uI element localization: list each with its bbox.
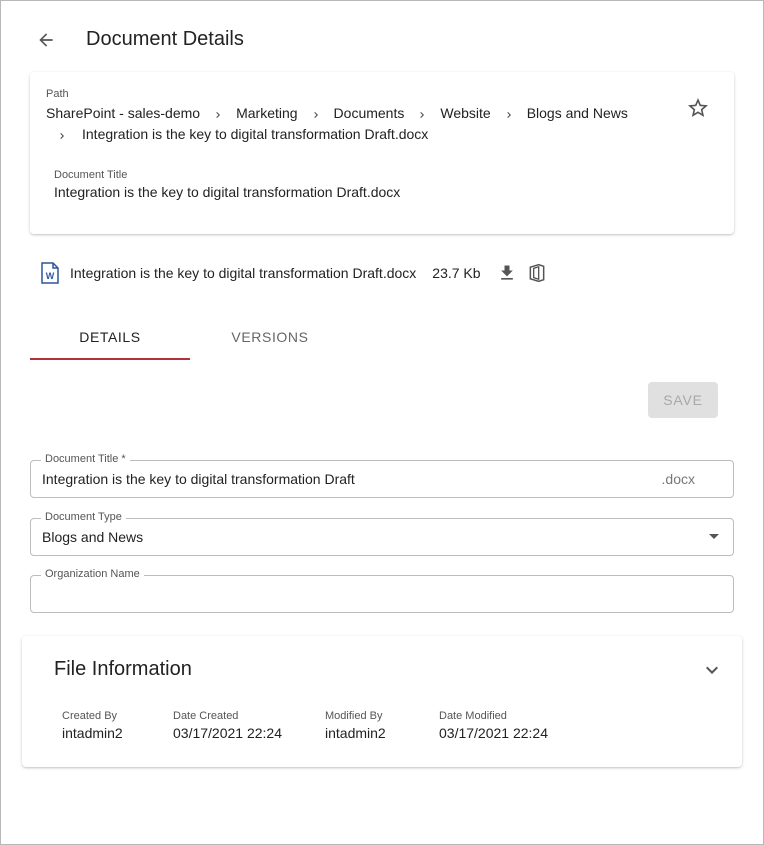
breadcrumb-item-documents[interactable]: Documents — [334, 103, 405, 124]
document-title-field[interactable]: Document Title * Integration is the key … — [30, 453, 734, 498]
breadcrumb-last-row: Integration is the key to digital transf… — [56, 124, 428, 146]
created-by-value: intadmin2 — [62, 725, 123, 741]
chevron-right-icon — [298, 104, 334, 125]
chevron-right-icon — [56, 125, 82, 146]
page-header: Document Details — [0, 0, 764, 80]
arrow-back-icon — [39, 33, 53, 47]
word-document-icon: W — [41, 262, 59, 284]
breadcrumb-item-current-file: Integration is the key to digital transf… — [82, 126, 429, 142]
date-created-value: 03/17/2021 22:24 — [173, 725, 282, 741]
office-icon — [529, 263, 544, 283]
file-size: 23.7 Kb — [432, 265, 481, 281]
tab-bar: DETAILS VERSIONS — [30, 314, 350, 360]
breadcrumb-item-blogs-and-news[interactable]: Blogs and News — [527, 103, 628, 124]
dropdown-arrow-icon[interactable] — [709, 534, 719, 539]
document-title-field-label: Document Title * — [41, 453, 130, 465]
created-by-label: Created By — [62, 710, 118, 722]
tab-details[interactable]: DETAILS — [30, 314, 190, 360]
breadcrumb-item-site[interactable]: SharePoint - sales-demo — [46, 103, 200, 124]
file-row: W Integration is the key to digital tran… — [40, 262, 555, 284]
tab-versions[interactable]: VERSIONS — [190, 314, 350, 360]
date-created-column: Date Created 03/17/2021 22:24 — [173, 710, 282, 743]
date-modified-column: Date Modified 03/17/2021 22:24 — [439, 710, 548, 743]
document-title-input-value[interactable]: Integration is the key to digital transf… — [42, 471, 355, 487]
breadcrumb: SharePoint - sales-demo Marketing Document… — [46, 103, 666, 125]
download-icon — [500, 265, 513, 280]
path-label: Path — [46, 88, 69, 100]
download-button[interactable] — [495, 261, 519, 285]
chevron-down-icon — [706, 666, 718, 674]
favorite-button[interactable] — [686, 96, 710, 120]
breadcrumb-item-marketing[interactable]: Marketing — [236, 103, 297, 124]
created-by-column: Created By intadmin2 — [62, 710, 123, 743]
modified-by-value: intadmin2 — [325, 725, 386, 741]
page-title: Document Details — [86, 28, 244, 50]
organization-name-field[interactable]: Organization Name — [30, 568, 734, 613]
document-type-value[interactable]: Blogs and News — [42, 529, 143, 545]
file-extension-suffix: .docx — [661, 471, 695, 487]
modified-by-label: Modified By — [325, 710, 383, 722]
file-information-title: File Information — [54, 658, 192, 680]
star-outline-icon — [688, 98, 708, 117]
chevron-right-icon — [404, 104, 440, 125]
file-name[interactable]: Integration is the key to digital transf… — [70, 265, 416, 281]
document-type-label: Document Type — [41, 511, 126, 523]
save-button[interactable]: SAVE — [648, 382, 718, 418]
file-information-panel: File Information Created By intadmin2 Da… — [22, 636, 742, 767]
breadcrumb-item-website[interactable]: Website — [440, 103, 490, 124]
chevron-right-icon — [200, 104, 236, 125]
date-modified-value: 03/17/2021 22:24 — [439, 725, 548, 741]
date-created-label: Date Created — [173, 710, 239, 722]
chevron-right-icon — [491, 104, 527, 125]
document-title-label: Document Title — [54, 169, 128, 181]
organization-name-input[interactable] — [31, 576, 733, 612]
expand-toggle-button[interactable] — [700, 658, 724, 682]
open-in-office-button[interactable] — [525, 261, 549, 285]
back-button[interactable] — [32, 26, 60, 54]
date-modified-label: Date Modified — [439, 710, 507, 722]
svg-text:W: W — [46, 271, 55, 281]
path-card: Path SharePoint - sales-demo Marketing Doc… — [30, 72, 734, 234]
modified-by-column: Modified By intadmin2 — [325, 710, 386, 743]
document-type-select[interactable]: Document Type Blogs and News — [30, 511, 734, 556]
document-title-value: Integration is the key to digital transf… — [54, 184, 401, 200]
